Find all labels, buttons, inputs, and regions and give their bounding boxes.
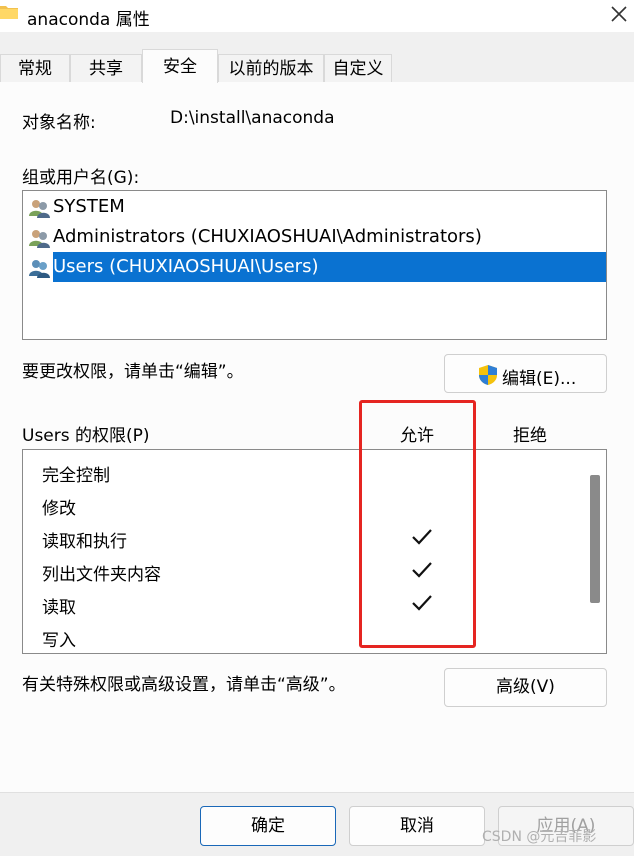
- group-item-users[interactable]: Users (CHUXIAOSHUAI\Users): [53, 252, 606, 282]
- group-item-administrators[interactable]: Administrators (CHUXIAOSHUAI\Administrat…: [53, 222, 482, 252]
- window-title: anaconda 属性: [27, 10, 150, 30]
- permission-write: 写入: [42, 631, 76, 651]
- user-group-icon: [29, 200, 50, 218]
- permission-list-folder: 列出文件夹内容: [42, 565, 161, 585]
- group-user-list[interactable]: SYSTEM Administrators (CHUXIAOSHUAI\Admi…: [22, 190, 607, 340]
- tab-customize[interactable]: 自定义: [324, 54, 392, 82]
- tab-previous-versions[interactable]: 以前的版本: [218, 54, 324, 82]
- edit-hint: 要更改权限，请单击“编辑”。: [22, 362, 244, 382]
- scrollbar-thumb[interactable]: [590, 475, 600, 603]
- permission-modify: 修改: [42, 499, 76, 519]
- deny-header: 拒绝: [513, 426, 547, 446]
- cancel-button[interactable]: 取消: [349, 806, 485, 846]
- edit-button-label: 编辑(E)...: [502, 369, 577, 389]
- permission-read-execute: 读取和执行: [42, 532, 127, 552]
- permissions-list: 完全控制 修改 读取和执行 列出文件夹内容 读取 写入: [22, 449, 607, 654]
- object-name-label: 对象名称:: [22, 113, 96, 133]
- close-icon[interactable]: [609, 4, 629, 24]
- advanced-hint: 有关特殊权限或高级设置，请单击“高级”。: [22, 675, 346, 695]
- edit-button[interactable]: 编辑(E)...: [444, 354, 607, 393]
- ok-button[interactable]: 确定: [200, 806, 336, 846]
- allow-column-highlight: [359, 400, 476, 648]
- permissions-label: Users 的权限(P): [22, 426, 150, 446]
- uac-shield-icon: [479, 365, 497, 385]
- permission-full-control: 完全控制: [42, 466, 110, 486]
- tab-general[interactable]: 常规: [0, 54, 70, 82]
- permission-read: 读取: [42, 598, 76, 618]
- user-group-icon: [29, 230, 50, 248]
- object-name-value: D:\install\anaconda: [170, 108, 335, 128]
- tab-security[interactable]: 安全: [142, 49, 218, 83]
- group-item-system[interactable]: SYSTEM: [53, 192, 125, 222]
- folder-icon: [0, 6, 18, 19]
- watermark-text: CSDN @元吉菲影: [482, 829, 597, 845]
- advanced-button[interactable]: 高级(V): [444, 668, 607, 707]
- user-group-icon: [29, 260, 50, 278]
- tab-sharing[interactable]: 共享: [70, 54, 142, 82]
- group-list-label: 组或用户名(G):: [22, 168, 140, 188]
